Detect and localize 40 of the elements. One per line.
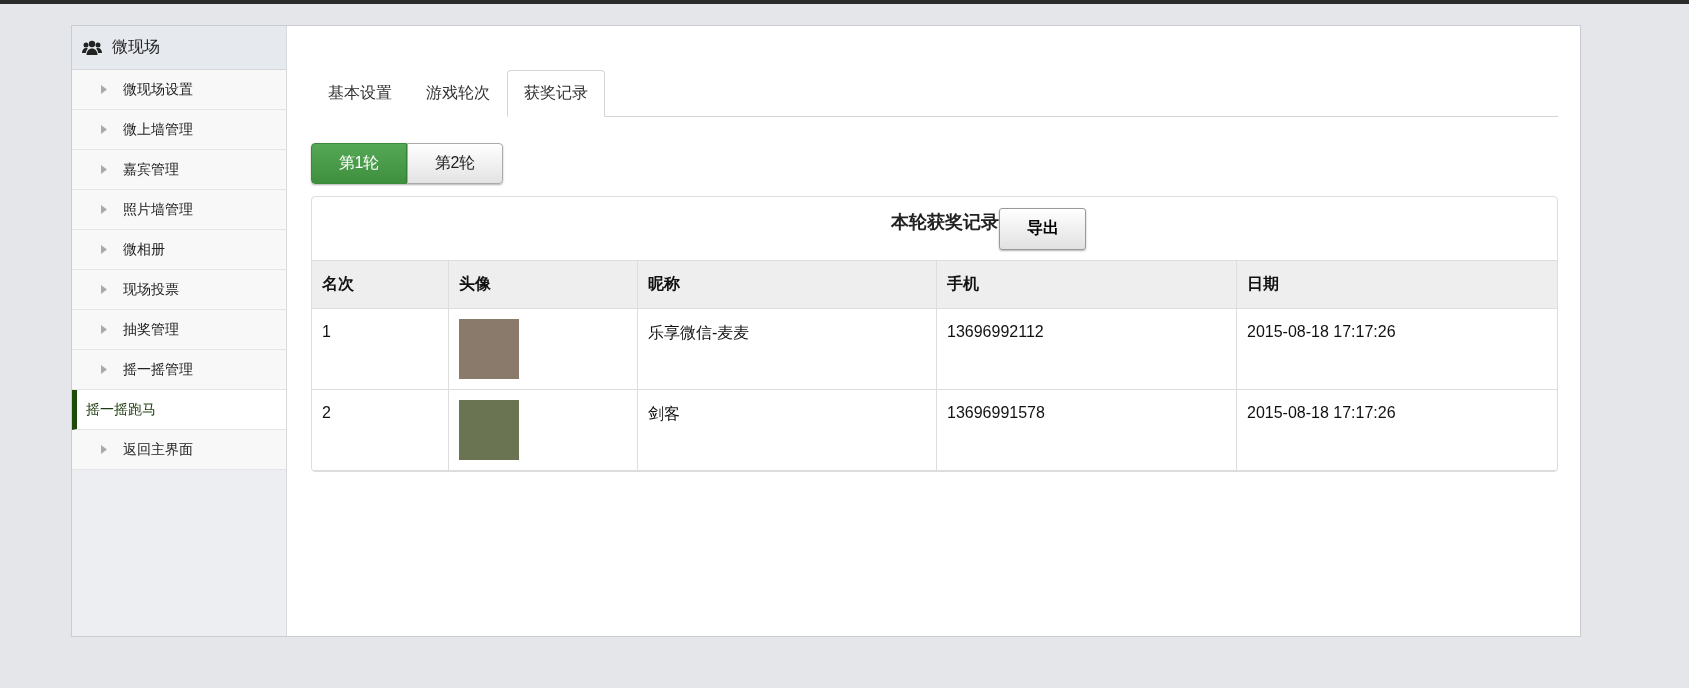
table-cell: 剑客 bbox=[637, 389, 937, 471]
table-cell: 13696991578 bbox=[936, 389, 1237, 471]
sidebar-item[interactable]: 照片墙管理 bbox=[72, 190, 286, 230]
caret-icon bbox=[101, 205, 107, 214]
table-cell: 2015-08-18 17:17:26 bbox=[1236, 389, 1557, 471]
caret-icon bbox=[101, 85, 107, 94]
sidebar-item[interactable]: 抽奖管理 bbox=[72, 310, 286, 350]
caret-icon bbox=[101, 285, 107, 294]
sidebar-item[interactable]: 摇一摇管理 bbox=[72, 350, 286, 390]
sidebar-title: 微现场 bbox=[112, 37, 160, 57]
column-header: 昵称 bbox=[637, 261, 937, 309]
sidebar-item[interactable]: 微上墙管理 bbox=[72, 110, 286, 150]
table-cell: 2015-08-18 17:17:26 bbox=[1236, 308, 1557, 390]
round-button[interactable]: 第2轮 bbox=[407, 143, 503, 184]
photo-placeholder bbox=[459, 400, 519, 460]
records-title: 本轮获奖记录 bbox=[890, 210, 999, 234]
sidebar-item[interactable]: 嘉宾管理 bbox=[72, 150, 286, 190]
table-cell: 1 bbox=[312, 308, 449, 390]
photo-placeholder bbox=[459, 319, 519, 379]
column-header: 头像 bbox=[448, 261, 638, 309]
sidebar-item[interactable]: 返回主界面 bbox=[72, 430, 286, 470]
caret-icon bbox=[101, 125, 107, 134]
tab[interactable]: 获奖记录 bbox=[507, 70, 605, 117]
export-button[interactable]: 导出 bbox=[999, 207, 1086, 250]
sidebar-item[interactable]: 微相册 bbox=[72, 230, 286, 270]
table-cell: 2 bbox=[312, 389, 449, 471]
users-icon bbox=[82, 39, 102, 56]
sidebar-item[interactable]: 微现场设置 bbox=[72, 70, 286, 110]
caret-icon bbox=[101, 165, 107, 174]
column-header: 名次 bbox=[312, 261, 449, 309]
column-header: 手机 bbox=[936, 261, 1237, 309]
table-cell: 13696992112 bbox=[936, 308, 1237, 390]
caret-icon bbox=[101, 245, 107, 254]
table-cell: 乐享微信-麦麦 bbox=[637, 308, 937, 390]
caret-icon bbox=[101, 445, 107, 454]
column-header: 日期 bbox=[1236, 261, 1557, 309]
caret-icon bbox=[101, 325, 107, 334]
caret-icon bbox=[101, 365, 107, 374]
sidebar-item[interactable]: 现场投票 bbox=[72, 270, 286, 310]
sidebar-item[interactable]: 摇一摇跑马 bbox=[72, 390, 286, 430]
